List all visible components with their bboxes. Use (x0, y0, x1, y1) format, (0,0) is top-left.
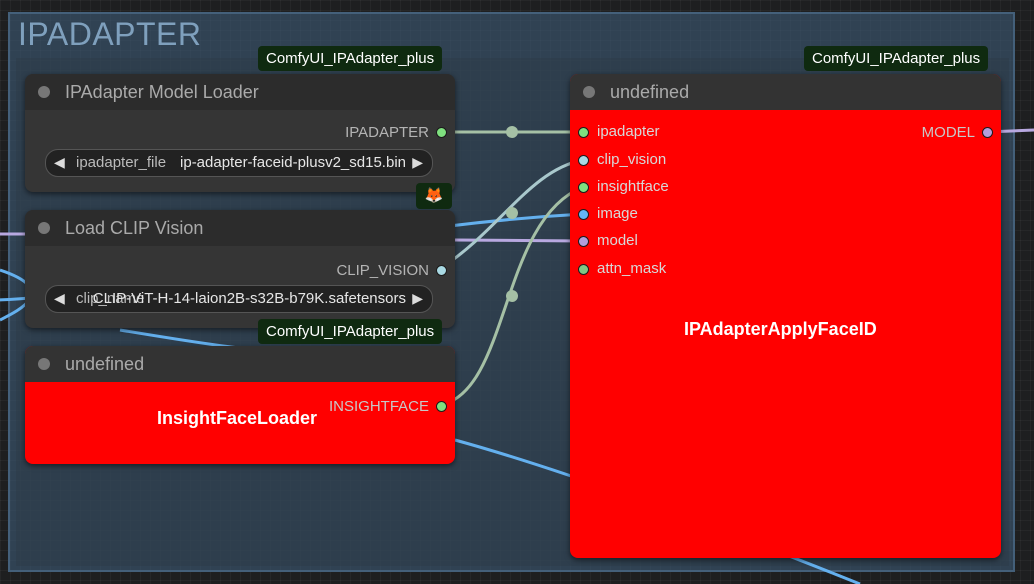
node-ipadapter-model-loader[interactable]: IPAdapter Model Loader IPADAPTER ◀ ipada… (25, 74, 455, 192)
node-load-clip-vision[interactable]: Load CLIP Vision CLIP_VISION ◀ clip_name… (25, 210, 455, 328)
node-header[interactable]: undefined (25, 346, 455, 382)
combo-prev-arrow-icon[interactable]: ◀ (54, 154, 65, 171)
collapse-dot-icon[interactable] (38, 358, 50, 370)
node-header[interactable]: IPAdapter Model Loader (25, 74, 455, 110)
fox-icon: 🦊 (416, 183, 452, 209)
group-title[interactable]: IPADAPTER (18, 16, 202, 53)
ipadapter-file-combo[interactable]: ◀ ipadapter_file ip-adapter-faceid-plusv… (45, 149, 433, 177)
output-slot-clip-vision[interactable] (436, 265, 447, 276)
node-insightface-loader[interactable]: undefined InsightFaceLoader INSIGHTFACE (25, 346, 455, 464)
badge-comfyui-ipadapter-plus: ComfyUI_IPAdapter_plus (258, 319, 443, 344)
input-label: model (597, 232, 638, 249)
clip-name-combo[interactable]: ◀ clip_name CLIP-ViT-H-14-laion2B-s32B-b… (45, 285, 433, 313)
node-header[interactable]: Load CLIP Vision (25, 210, 455, 246)
node-title: undefined (65, 354, 145, 374)
node-title: IPAdapter Model Loader (65, 82, 259, 102)
node-title: undefined (610, 82, 690, 102)
output-slot-insightface[interactable] (436, 401, 447, 412)
output-slot-model[interactable] (982, 127, 993, 138)
input-slot-model[interactable] (578, 236, 589, 247)
badge-comfyui-ipadapter-plus: ComfyUI_IPAdapter_plus (258, 46, 443, 71)
combo-next-arrow-icon[interactable]: ▶ (412, 290, 423, 307)
combo-prev-arrow-icon[interactable]: ◀ (54, 290, 65, 307)
badge-comfyui-ipadapter-plus: ComfyUI_IPAdapter_plus (804, 46, 989, 71)
output-label-clip-vision: CLIP_VISION (336, 262, 429, 279)
collapse-dot-icon[interactable] (38, 222, 50, 234)
input-slot-attn-mask[interactable] (578, 264, 589, 275)
combo-value: ip-adapter-faceid-plusv2_sd15.bin (180, 154, 406, 171)
input-label: clip_vision (597, 151, 667, 168)
input-slot-insightface[interactable] (578, 182, 589, 193)
input-slot-clip-vision[interactable] (578, 155, 589, 166)
combo-next-arrow-icon[interactable]: ▶ (412, 154, 423, 171)
node-header[interactable]: undefined (570, 74, 1001, 110)
input-label: attn_mask (597, 260, 667, 277)
input-slot-ipadapter[interactable] (578, 127, 589, 138)
output-label-model: MODEL (921, 124, 975, 141)
node-title: Load CLIP Vision (65, 218, 204, 238)
node-type-label: InsightFaceLoader (157, 408, 318, 428)
input-label: image (597, 205, 638, 222)
node-type-label: IPAdapterApplyFaceID (684, 319, 877, 339)
output-label-insightface: INSIGHTFACE (328, 398, 429, 415)
node-ipadapter-apply-faceid[interactable]: undefined ipadapter clip_vision insightf… (570, 74, 1001, 558)
input-label: insightface (597, 178, 669, 195)
input-slot-image[interactable] (578, 209, 589, 220)
combo-value: CLIP-ViT-H-14-laion2B-s32B-b79K.safetens… (92, 290, 406, 307)
input-label: ipadapter (597, 123, 660, 140)
output-label-ipadapter: IPADAPTER (345, 124, 429, 141)
output-slot-ipadapter[interactable] (436, 127, 447, 138)
combo-name: ipadapter_file (76, 154, 167, 171)
collapse-dot-icon[interactable] (583, 86, 595, 98)
collapse-dot-icon[interactable] (38, 86, 50, 98)
